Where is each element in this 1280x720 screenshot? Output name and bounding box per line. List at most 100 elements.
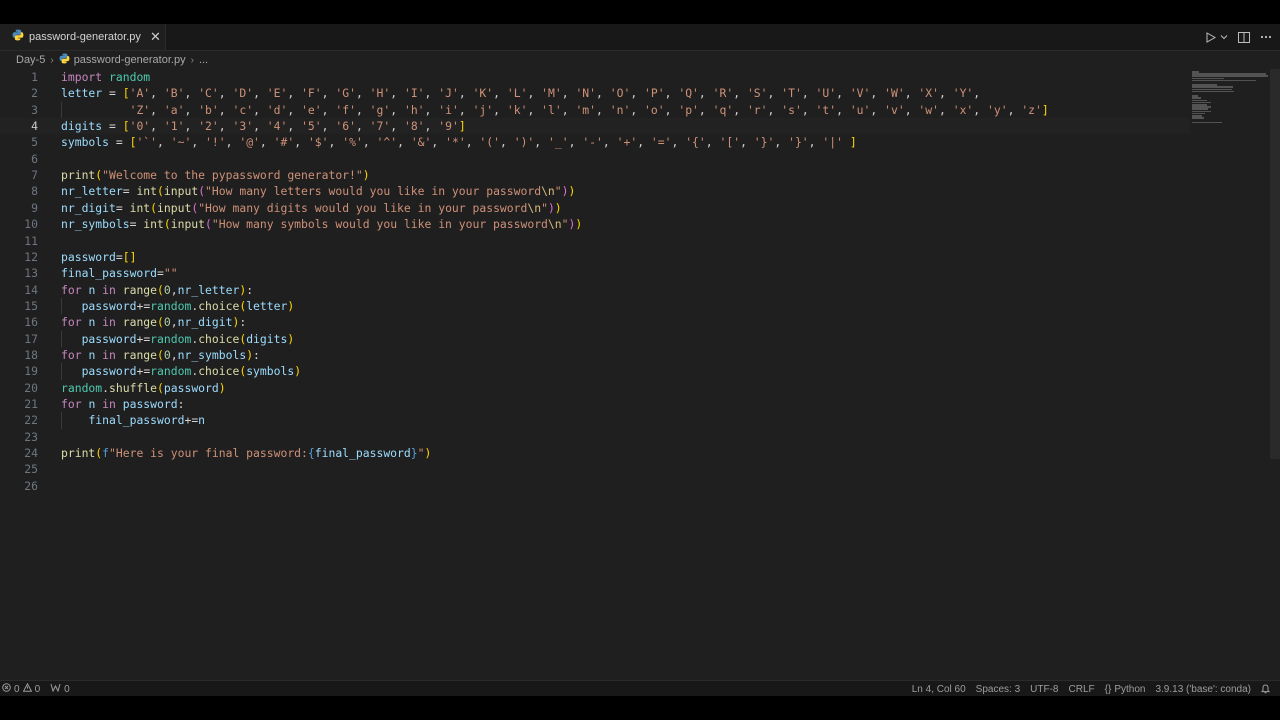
- code-text: password+=random.choice(digits): [81, 331, 295, 346]
- code-text: password+=random.choice(letter): [81, 298, 295, 313]
- code-line[interactable]: 25: [0, 461, 1190, 477]
- code-text: final_password+=n: [88, 413, 206, 428]
- code-editor[interactable]: 1 import random 2 letter = ['A', 'B', 'C', …: [0, 69, 1190, 679]
- code-text: symbols = ['`', '~', '!', '@', '#', '$',…: [61, 135, 857, 150]
- code-line[interactable]: 19 password+=random.choice(symbols): [0, 363, 1190, 380]
- code-line[interactable]: 22 final_password+=n: [0, 412, 1190, 429]
- code-text: final_password="": [61, 266, 178, 281]
- code-line[interactable]: 8 nr_letter= int(input("How many letters …: [0, 183, 1190, 199]
- code-line[interactable]: 12 password=[]: [0, 249, 1190, 265]
- code-line[interactable]: 14 for n in range(0,nr_letter):: [0, 282, 1190, 298]
- code-line[interactable]: 10 nr_symbols= int(input("How many symbol…: [0, 216, 1190, 232]
- run-icon[interactable]: [1206, 31, 1228, 43]
- code-line[interactable]: 23: [0, 429, 1190, 445]
- code-line[interactable]: 15 password+=random.choice(letter): [0, 297, 1190, 315]
- line-number: 5: [31, 135, 38, 150]
- indentation[interactable]: Spaces: 3: [976, 684, 1020, 695]
- line-number: 21: [24, 397, 38, 411]
- line-number: 12: [24, 249, 38, 264]
- code-line[interactable]: 16 for n in range(0,nr_digit):: [0, 314, 1190, 330]
- code-line[interactable]: 6: [0, 151, 1190, 167]
- breadcrumb-more[interactable]: ...: [199, 54, 208, 66]
- warning-icon: [22, 682, 32, 695]
- line-number: 3: [31, 102, 38, 117]
- code-line[interactable]: 11: [0, 233, 1190, 249]
- code-text: for n in password:: [61, 397, 185, 411]
- breadcrumb-file[interactable]: password-generator.py: [59, 53, 186, 67]
- tab-password-generator[interactable]: password-generator.py ✕: [0, 24, 166, 50]
- status-bar: 0 0 0 Ln 4, Col 60 Spaces: 3 UTF-8 CRLF …: [0, 680, 1280, 696]
- code-line[interactable]: 26: [0, 478, 1190, 494]
- breadcrumb: Day-5 › password-generator.py › ...: [16, 52, 208, 68]
- chevron-down-icon[interactable]: [1220, 34, 1228, 40]
- error-count: 0: [14, 683, 20, 695]
- python-file-icon: [59, 53, 70, 67]
- chevron-right-icon: ›: [190, 54, 194, 66]
- code-line[interactable]: 1 import random: [0, 69, 1190, 85]
- more-actions-icon[interactable]: [1260, 35, 1272, 39]
- line-number: 6: [31, 151, 38, 166]
- line-number: 20: [24, 380, 38, 395]
- minimap-line: [1192, 121, 1222, 124]
- line-number: 14: [24, 282, 38, 297]
- split-editor-icon[interactable]: [1238, 31, 1250, 43]
- code-line[interactable]: 5 symbols = ['`', '~', '!', '@', '#', '$'…: [0, 134, 1190, 150]
- minimap-line: [1192, 117, 1204, 119]
- code-line[interactable]: 3 'Z', 'a', 'b', 'c', 'd', 'e', 'f', 'g'…: [0, 101, 1190, 119]
- line-number: 18: [24, 347, 38, 362]
- code-line[interactable]: 4 digits = ['0', '1', '2', '3', '4', '5',…: [0, 118, 1190, 135]
- code-text: 'Z', 'a', 'b', 'c', 'd', 'e', 'f', 'g', …: [129, 102, 1049, 117]
- error-icon: [2, 683, 11, 695]
- code-text: print(f"Here is your final password:{fin…: [61, 446, 432, 461]
- code-line[interactable]: 9 nr_digit= int(input("How many digits wo…: [0, 200, 1190, 216]
- breadcrumb-file-label: password-generator.py: [73, 54, 186, 66]
- bell-icon[interactable]: [1261, 684, 1270, 694]
- minimap-line: [1192, 79, 1256, 82]
- line-number: 17: [24, 331, 38, 346]
- code-line[interactable]: 24 print(f"Here is your final password:{f…: [0, 445, 1190, 461]
- code-line[interactable]: 7 print("Welcome to the pypassword genera…: [0, 167, 1190, 183]
- ports-count: 0: [64, 683, 70, 695]
- vscode-window: password-generator.py ✕ Day-5 › password…: [0, 24, 1280, 696]
- warning-count: 0: [34, 683, 41, 695]
- code-text: nr_digit= int(input("How many digits wou…: [61, 200, 562, 215]
- problems-indicator[interactable]: 0 0: [2, 682, 41, 695]
- line-number: 13: [24, 266, 38, 281]
- minimap[interactable]: [1190, 69, 1270, 689]
- code-line[interactable]: 18 for n in range(0,nr_symbols):: [0, 347, 1190, 363]
- code-text: for n in range(0,nr_letter):: [61, 282, 254, 297]
- editor-actions: [1206, 24, 1280, 50]
- language-braces-icon: {}: [1104, 683, 1112, 695]
- code-line[interactable]: 2 letter = ['A', 'B', 'C', 'D', 'E', 'F',…: [0, 85, 1190, 101]
- line-number: 9: [31, 200, 38, 215]
- chevron-right-icon: ›: [50, 54, 54, 66]
- minimap-line: [1192, 90, 1234, 93]
- tab-label: password-generator.py: [29, 31, 141, 43]
- code-line[interactable]: 13 final_password="": [0, 265, 1190, 281]
- ports-icon: [50, 683, 61, 695]
- language-mode[interactable]: {} Python: [1105, 684, 1146, 695]
- line-number: 25: [24, 462, 38, 477]
- line-number: 26: [24, 478, 38, 493]
- breadcrumb-folder[interactable]: Day-5: [16, 54, 45, 66]
- cursor-position[interactable]: Ln 4, Col 60: [912, 684, 966, 695]
- ports-indicator[interactable]: 0: [50, 683, 70, 695]
- code-text: random.shuffle(password): [61, 380, 226, 395]
- code-text: for n in range(0,nr_digit):: [61, 315, 247, 330]
- line-number: 10: [24, 217, 38, 232]
- code-text: nr_letter= int(input("How many letters w…: [61, 184, 576, 199]
- python-file-icon: [12, 28, 24, 46]
- python-interpreter[interactable]: 3.9.13 ('base': conda): [1155, 684, 1251, 695]
- encoding[interactable]: UTF-8: [1030, 684, 1058, 695]
- code-text: nr_symbols= int(input("How many symbols …: [61, 217, 583, 232]
- tab-bar: password-generator.py ✕: [0, 24, 1280, 51]
- code-line[interactable]: 20 random.shuffle(password): [0, 380, 1190, 396]
- line-number: 24: [24, 446, 38, 461]
- close-icon[interactable]: ✕: [150, 29, 161, 45]
- vertical-scrollbar[interactable]: [1270, 69, 1280, 459]
- end-of-line[interactable]: CRLF: [1069, 684, 1095, 695]
- line-number: 2: [31, 86, 38, 101]
- line-number: 19: [24, 364, 38, 379]
- code-line[interactable]: 21 for n in password:: [0, 396, 1190, 412]
- code-line[interactable]: 17 password+=random.choice(digits): [0, 330, 1190, 347]
